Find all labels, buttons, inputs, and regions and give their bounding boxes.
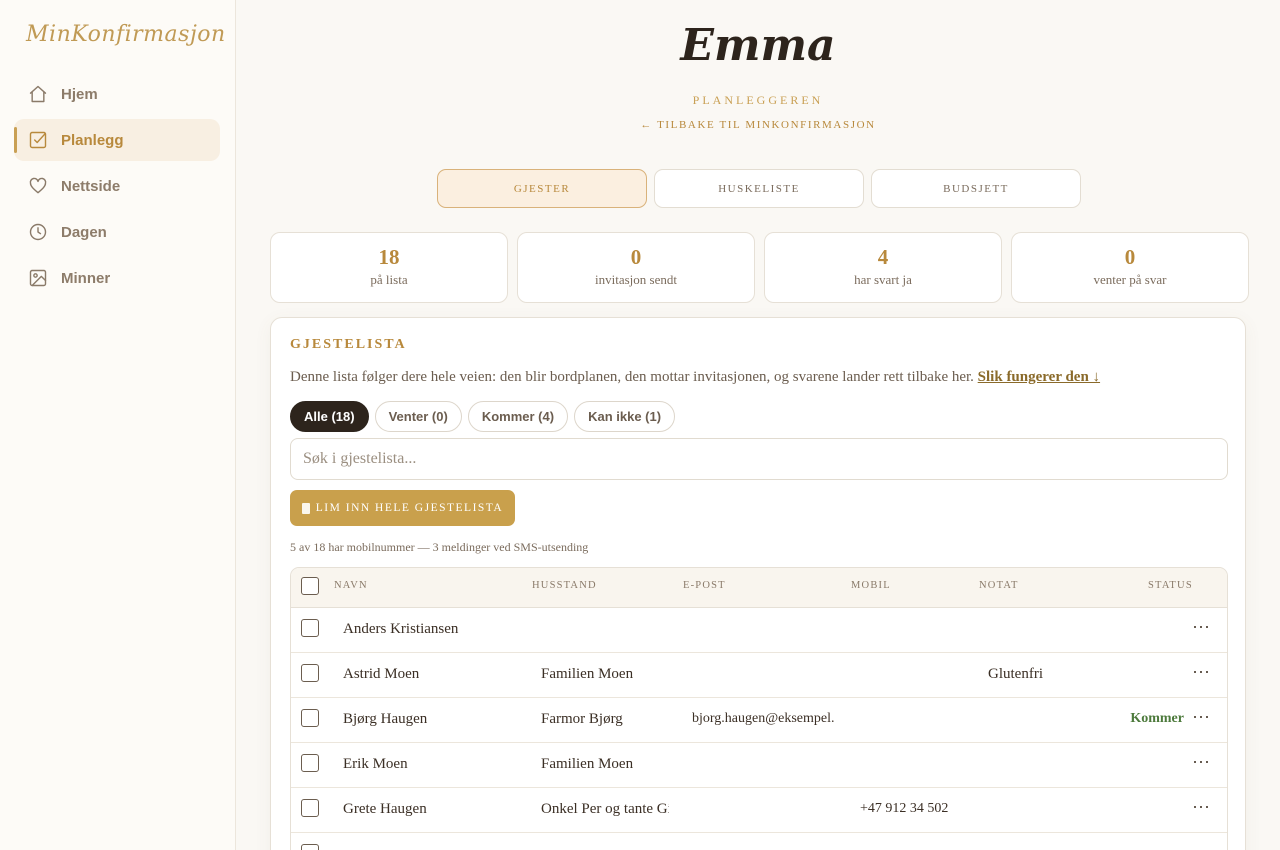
row-checkbox[interactable] [301,664,319,682]
table-row[interactable]: Erik Moen Familien Moen ⋯ [291,743,1227,788]
checklist-icon [28,130,48,150]
stat-label: på lista [370,272,408,287]
guest-household: Onkel Per og tante Gi [541,801,669,817]
guest-name: Anders Kristiansen [343,621,459,637]
stat-card-invitations: 0 invitasjon sendt [517,232,755,303]
column-header-mobile[interactable]: MOBIL [851,580,891,591]
stat-card-pending: 0 venter på svar [1011,232,1249,303]
paste-guestlist-button[interactable]: LIM INN HELE GJESTELISTA [290,490,515,526]
stat-card-accepted: 4 har svart ja [764,232,1002,303]
tab-huskeliste[interactable]: HUSKELISTE [654,169,864,208]
guest-household: Farmor Bjørg [541,711,623,727]
guest-household: Familien Moen [541,756,634,772]
row-checkbox[interactable] [301,619,319,637]
table-row[interactable]: Anders Kristiansen ⋯ [291,608,1227,653]
more-options-icon[interactable]: ⋯ [1192,617,1211,637]
tab-gjester[interactable]: GJESTER [437,169,647,208]
sidebar-item-label: Hjem [61,85,98,103]
tab-budsjett[interactable]: BUDSJETT [871,169,1081,208]
page-subtitle: PLANLEGGEREN [692,93,824,107]
filter-declined[interactable]: Kan ikke (1) [574,401,676,432]
filter-pending[interactable]: Venter (0) [374,401,462,432]
table-header: NAVN HUSSTAND E-POST MOBIL NOTAT STATUS [291,568,1227,608]
sidebar-nav: Hjem Planlegg Nettside Dagen Minner [14,73,220,303]
sidebar-item-nettside[interactable]: Nettside [14,165,220,207]
sidebar-item-dagen[interactable]: Dagen [14,211,220,253]
guest-name: Bjørg Haugen [343,711,428,727]
filter-coming[interactable]: Kommer (4) [467,401,569,432]
paste-button-label: LIM INN HELE GJESTELISTA [315,502,504,514]
stat-value: 0 [1124,245,1136,269]
column-header-note[interactable]: NOTAT [979,580,1019,591]
stat-card-guests: 18 på lista [270,232,508,303]
sidebar-item-minner[interactable]: Minner [14,257,220,299]
how-it-works-link[interactable]: Slik fungerer den ↓ [978,369,1100,385]
stat-label: invitasjon sendt [595,272,677,287]
sidebar-item-label: Planlegg [61,131,124,149]
row-checkbox[interactable] [301,754,319,772]
guestlist-card: GJESTELISTA Denne lista følger dere hele… [270,317,1246,850]
clipboard-icon [301,502,310,514]
table-row[interactable] [291,833,1227,850]
sms-note: 5 av 18 har mobilnummer — 3 meldinger ve… [290,540,589,554]
row-checkbox[interactable] [301,799,319,817]
heart-icon [28,176,48,196]
sidebar: MinKonfirmasjon Hjem Planlegg Nettside D… [0,0,236,850]
brand-logo[interactable]: MinKonfirmasjon [26,22,226,47]
table-row[interactable]: Astrid Moen Familien Moen Glutenfri ⋯ [291,653,1227,698]
description-text: Denne lista følger dere hele veien: den … [290,369,974,385]
guest-table: NAVN HUSSTAND E-POST MOBIL NOTAT STATUS … [290,567,1228,850]
sidebar-item-label: Dagen [61,223,107,241]
guestlist-description: Denne lista følger dere hele veien: den … [290,369,1100,386]
column-header-email[interactable]: E-POST [683,580,726,591]
guest-search-input[interactable] [290,438,1228,480]
planner-tabs: GJESTER HUSKELISTE BUDSJETT [437,169,1081,208]
column-header-name[interactable]: NAVN [334,580,368,591]
guest-mobile: +47 912 34 502 [860,801,949,816]
column-header-household[interactable]: HUSSTAND [532,580,597,591]
sidebar-item-hjem[interactable]: Hjem [14,73,220,115]
more-options-icon[interactable]: ⋯ [1192,797,1211,817]
select-all-checkbox[interactable] [301,577,319,595]
sidebar-item-planlegg[interactable]: Planlegg [14,119,220,161]
filter-all[interactable]: Alle (18) [290,401,369,432]
clock-icon [28,222,48,242]
sidebar-item-label: Minner [61,269,111,287]
guestlist-title: GJESTELISTA [290,337,407,352]
stat-label: venter på svar [1093,272,1167,287]
stats-row: 18 på lista 0 invitasjon sendt 4 har sva… [270,232,1249,303]
status-badge: Kommer [1130,711,1184,726]
stat-label: har svart ja [854,272,912,287]
back-link[interactable]: ← TILBAKE TIL MINKONFIRMASJON [236,119,1280,131]
guest-email: bjorg.haugen@eksempel. [692,711,835,726]
image-icon [28,268,48,288]
row-checkbox[interactable] [301,844,319,850]
filter-pills: Alle (18) Venter (0) Kommer (4) Kan ikke… [290,401,676,432]
table-row[interactable]: Grete Haugen Onkel Per og tante Gi +47 9… [291,788,1227,833]
page-title: Emma [680,20,836,71]
column-header-status[interactable]: STATUS [1148,580,1193,591]
more-options-icon[interactable]: ⋯ [1192,707,1211,727]
guest-name: Astrid Moen [343,666,420,682]
sidebar-item-label: Nettside [61,177,121,195]
guest-name: Erik Moen [343,756,408,772]
row-checkbox[interactable] [301,709,319,727]
guest-name: Grete Haugen [343,801,427,817]
stat-value: 0 [630,245,642,269]
guest-household: Familien Moen [541,666,634,682]
more-options-icon[interactable]: ⋯ [1192,662,1211,682]
stat-value: 4 [877,245,889,269]
more-options-icon[interactable]: ⋯ [1192,752,1211,772]
guest-note: Glutenfri [988,666,1043,682]
home-icon [28,84,48,104]
table-row[interactable]: Bjørg Haugen Farmor Bjørg bjorg.haugen@e… [291,698,1227,743]
stat-value: 18 [378,245,400,269]
